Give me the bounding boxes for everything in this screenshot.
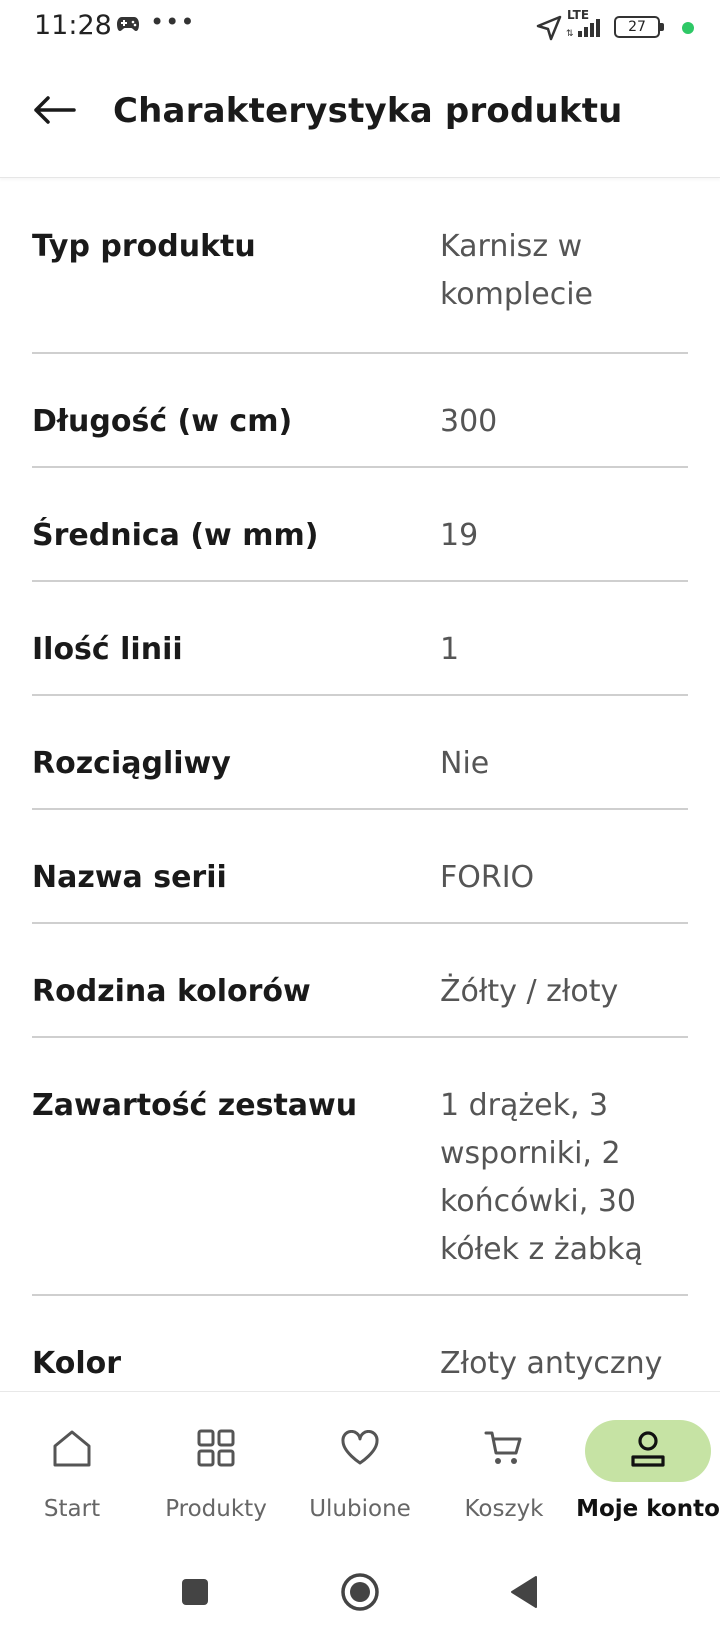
spec-value: 300 xyxy=(440,404,498,439)
nav-label: Start xyxy=(43,1496,101,1522)
battery-icon: 27 xyxy=(614,16,664,38)
nav-icon-container xyxy=(585,1420,711,1482)
nav-icon-container xyxy=(474,1420,534,1480)
spec-value: Żółty / złoty xyxy=(440,974,619,1009)
status-bar: 11:28 ••• LTE ⇅ 27 xyxy=(0,0,720,56)
spec-name: Typ produktu xyxy=(32,229,256,264)
spec-value: 19 xyxy=(440,518,479,553)
nav-item-ulubione[interactable]: Ulubione xyxy=(288,1392,432,1542)
spec-value: Karnisz w komplecie xyxy=(440,229,594,312)
nav-item-produkty[interactable]: Produkty xyxy=(144,1392,288,1542)
status-time: 11:28 xyxy=(34,10,112,41)
square-icon xyxy=(180,1577,210,1611)
svg-text:⇅: ⇅ xyxy=(566,29,574,38)
specs-list: Typ produktu Karnisz w komplecie Długość… xyxy=(0,179,720,1391)
nav-item-start[interactable]: Start xyxy=(0,1392,144,1542)
page-title: Charakterystyka produktu xyxy=(113,91,623,131)
nav-item-moje-konto[interactable]: Moje konto xyxy=(576,1392,720,1542)
spec-name: Kolor xyxy=(32,1346,122,1381)
spec-row: Rozciągliwy Nie xyxy=(32,696,688,810)
back-triangle-icon xyxy=(508,1574,540,1614)
spec-value: Nie xyxy=(440,746,490,781)
back-system-button[interactable] xyxy=(494,1569,554,1619)
spec-name: Średnica (w mm) xyxy=(32,518,319,553)
status-dot xyxy=(682,22,694,34)
nav-label: Produkty xyxy=(165,1496,267,1522)
spec-value: Złoty antyczny xyxy=(440,1346,663,1381)
spec-row: Ilość linii 1 xyxy=(32,582,688,696)
spec-value: 1 drążek, 3 wsporniki, 2 końcówki, 30 kó… xyxy=(440,1088,643,1267)
nav-icon-container xyxy=(330,1420,390,1480)
home-system-button[interactable] xyxy=(330,1569,390,1619)
spec-row: Średnica (w mm) 19 xyxy=(32,468,688,582)
nav-label: Ulubione xyxy=(309,1496,411,1522)
nav-label: Moje konto xyxy=(576,1496,720,1522)
nav-label: Koszyk xyxy=(464,1496,544,1522)
spec-row: Kolor Złoty antyczny xyxy=(32,1296,688,1391)
signal-icon: ⇅ xyxy=(564,16,608,42)
spec-value: 1 xyxy=(440,632,460,667)
nav-icon-container xyxy=(42,1420,102,1480)
spec-row: Długość (w cm) 300 xyxy=(32,354,688,468)
spec-row: Zawartość zestawu 1 drążek, 3 wsporniki,… xyxy=(32,1038,688,1296)
app-header: Charakterystyka produktu xyxy=(0,56,720,178)
spec-row: Nazwa serii FORIO xyxy=(32,810,688,924)
cart-icon xyxy=(483,1428,525,1472)
bottom-nav: Start Produkty Ulubione Koszyk Moje kont… xyxy=(0,1391,720,1541)
arrow-left-icon xyxy=(32,95,76,129)
spec-row: Typ produktu Karnisz w komplecie xyxy=(32,179,688,354)
nav-icon-container xyxy=(186,1420,246,1480)
battery-level: 27 xyxy=(628,19,646,35)
recent-apps-button[interactable] xyxy=(165,1569,225,1619)
location-arrow-icon xyxy=(535,14,563,46)
user-icon xyxy=(628,1429,668,1473)
spec-name: Nazwa serii xyxy=(32,860,227,895)
back-button[interactable] xyxy=(28,90,80,134)
spec-name: Rozciągliwy xyxy=(32,746,231,781)
heart-icon xyxy=(340,1430,380,1470)
spec-value: FORIO xyxy=(440,860,535,895)
home-icon xyxy=(51,1428,93,1472)
spec-name: Zawartość zestawu xyxy=(32,1088,358,1123)
gamepad-icon xyxy=(116,16,140,36)
spec-name: Ilość linii xyxy=(32,632,183,667)
system-nav-bar xyxy=(0,1541,720,1650)
spec-name: Rodzina kolorów xyxy=(32,974,311,1009)
spec-name: Długość (w cm) xyxy=(32,404,293,439)
nav-item-koszyk[interactable]: Koszyk xyxy=(432,1392,576,1542)
spec-row: Rodzina kolorów Żółty / złoty xyxy=(32,924,688,1038)
circle-icon xyxy=(340,1572,380,1616)
more-notifications-icon: ••• xyxy=(150,8,196,36)
grid-icon xyxy=(196,1428,236,1472)
